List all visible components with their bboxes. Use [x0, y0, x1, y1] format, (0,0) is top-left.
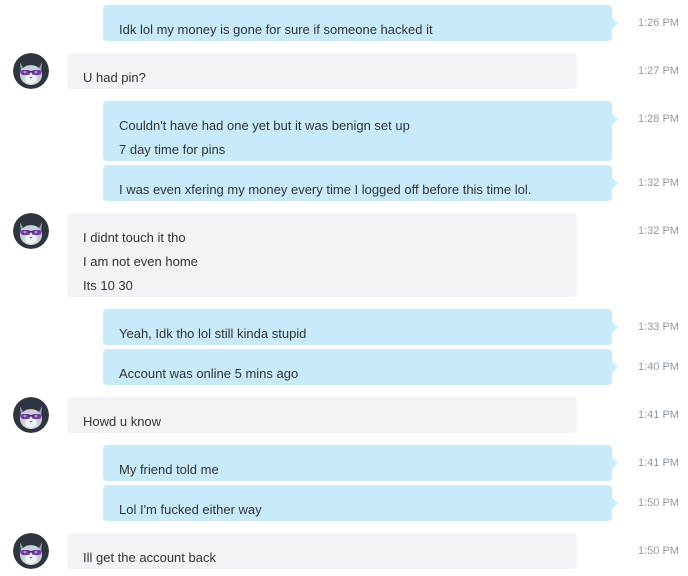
message-text: Account was online 5 mins ago [119, 366, 299, 381]
chat-history: Idk lol my money is gone for sure if som… [0, 0, 688, 576]
message-text: 7 day time for pins [119, 142, 226, 157]
message-bubble-incoming[interactable]: Howd u know [67, 397, 577, 433]
message-timestamp: 1:33 PM [638, 321, 679, 333]
message-bubble-outgoing[interactable]: Account was online 5 mins ago [103, 349, 618, 385]
message-text: I was even xfering my money every time I… [119, 182, 532, 197]
message-text: Couldn't have had one yet but it was ben… [119, 118, 410, 133]
message-text: Its 10 30 [83, 278, 133, 293]
bubble-tail [612, 113, 618, 125]
message-text: Howd u know [83, 414, 162, 429]
message-text: Ill get the account back [83, 550, 216, 565]
message-text: My friend told me [119, 462, 219, 477]
message-timestamp: 1:32 PM [638, 177, 679, 189]
message-bubble-outgoing[interactable]: Couldn't have had one yet but it was ben… [103, 101, 618, 161]
bubble-tail [612, 361, 618, 373]
message-text: Lol I'm fucked either way [119, 502, 262, 517]
bubble-tail [612, 497, 618, 509]
message-timestamp: 1:40 PM [638, 361, 679, 373]
message-bubble-outgoing[interactable]: Yeah, Idk tho lol still kinda stupid [103, 309, 618, 345]
message-text: U had pin? [83, 70, 146, 85]
message-timestamp: 1:41 PM [638, 457, 679, 469]
message-timestamp: 1:41 PM [638, 409, 679, 421]
cat-avatar-icon[interactable] [13, 397, 49, 433]
message-text: Idk lol my money is gone for sure if som… [119, 22, 433, 37]
bubble-tail [612, 457, 618, 469]
cat-avatar-icon[interactable] [13, 53, 49, 89]
bubble-tail [612, 17, 618, 29]
message-timestamp: 1:50 PM [638, 497, 679, 509]
cat-avatar-icon[interactable] [13, 533, 49, 569]
message-bubble-outgoing[interactable]: Lol I'm fucked either way [103, 485, 618, 521]
message-timestamp: 1:26 PM [638, 17, 679, 29]
message-bubble-outgoing[interactable]: My friend told me [103, 445, 618, 481]
message-timestamp: 1:27 PM [638, 65, 679, 77]
cat-avatar-icon[interactable] [13, 213, 49, 249]
bubble-tail [612, 321, 618, 333]
message-bubble-outgoing[interactable]: I was even xfering my money every time I… [103, 165, 618, 201]
message-text: I am not even home [83, 254, 198, 269]
message-timestamp: 1:32 PM [638, 225, 679, 237]
message-bubble-incoming[interactable]: Ill get the account back [67, 533, 577, 569]
message-timestamp: 1:50 PM [638, 545, 679, 557]
message-bubble-incoming[interactable]: U had pin? [67, 53, 577, 89]
message-bubble-outgoing[interactable]: Idk lol my money is gone for sure if som… [103, 5, 618, 41]
message-text: Yeah, Idk tho lol still kinda stupid [119, 326, 307, 341]
message-text: I didnt touch it tho [83, 230, 186, 245]
bubble-tail [612, 177, 618, 189]
message-bubble-incoming[interactable]: I didnt touch it tho I am not even home … [67, 213, 577, 297]
message-timestamp: 1:28 PM [638, 113, 679, 125]
